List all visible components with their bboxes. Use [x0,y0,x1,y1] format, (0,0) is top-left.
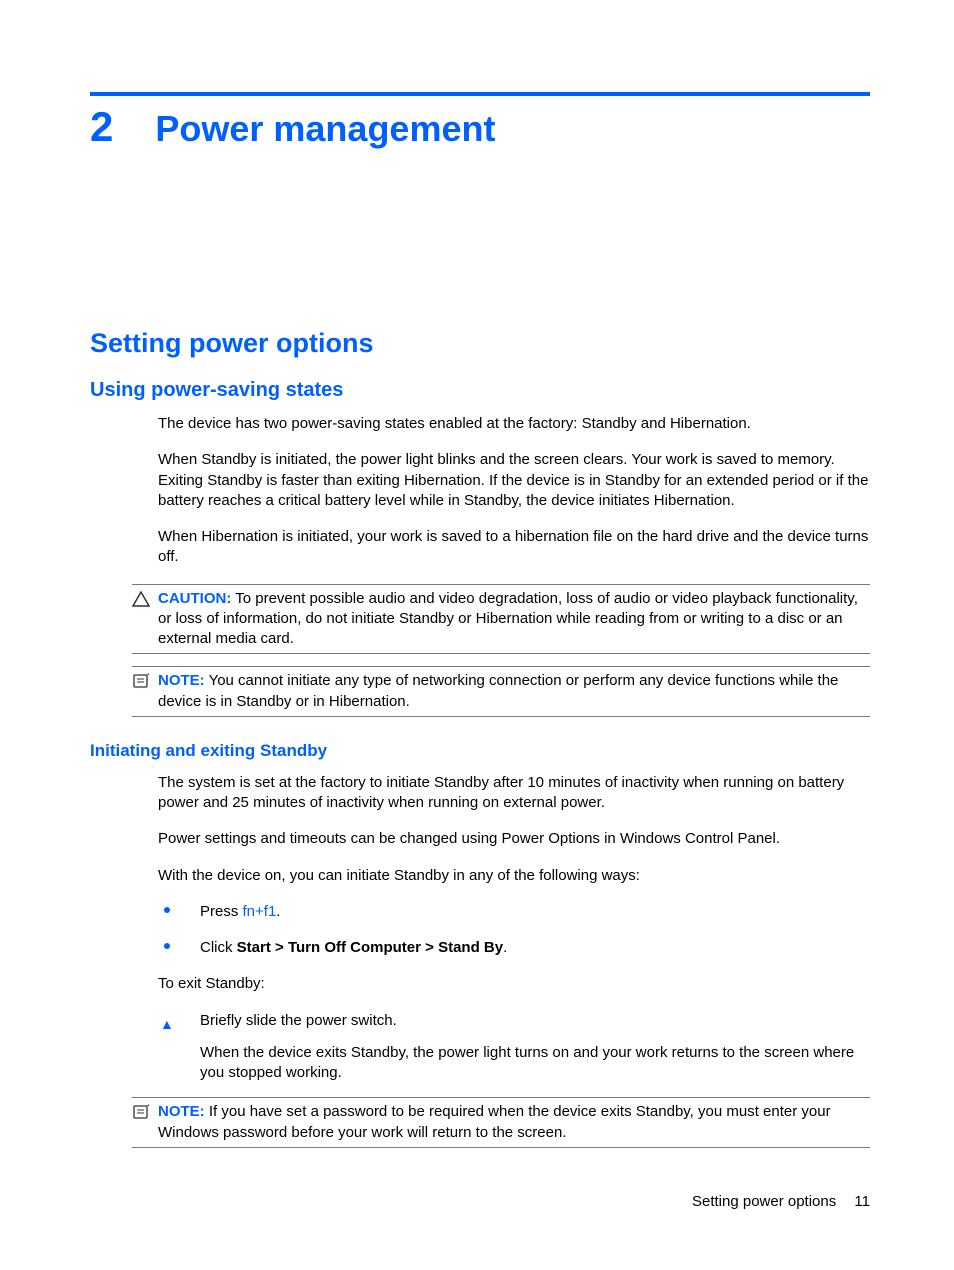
note-icon [132,1104,150,1120]
step-marker-icon: ▲ [160,1015,174,1034]
body-block: The system is set at the factory to init… [158,773,870,1084]
list-text-pre: Press [200,903,243,920]
footer-section: Setting power options [692,1193,836,1210]
note-body: You cannot initiate any type of networki… [158,672,838,709]
step-subtext: When the device exits Standby, the power… [200,1043,870,1084]
note-icon [132,673,150,689]
paragraph: The device has two power-saving states e… [158,414,870,434]
bullet-list: Press fn+f1. Click Start > Turn Off Comp… [158,902,870,959]
chapter-rule [90,92,870,96]
note-label: NOTE: [158,672,205,689]
bullet-icon [164,907,170,913]
note-text: NOTE: You cannot initiate any type of ne… [132,671,870,712]
section-heading: Setting power options [90,328,870,359]
list-item: Press fn+f1. [158,902,870,922]
paragraph: With the device on, you can initiate Sta… [158,866,870,886]
list-text-post: . [276,903,280,920]
subsubsection-heading: Initiating and exiting Standby [90,741,870,761]
caution-body: To prevent possible audio and video degr… [158,590,858,648]
body-block: The device has two power-saving states e… [158,414,870,568]
step-list: ▲ Briefly slide the power switch. When t… [158,1011,870,1084]
step-text: Briefly slide the power switch. [200,1012,397,1029]
list-item: ▲ Briefly slide the power switch. When t… [158,1011,870,1084]
list-text-pre: Click [200,939,237,956]
paragraph: To exit Standby: [158,974,870,994]
bullet-icon [164,943,170,949]
subsection-heading: Using power-saving states [90,379,870,402]
chapter-number: 2 [90,106,113,148]
note-admonition: NOTE: You cannot initiate any type of ne… [132,666,870,717]
page-footer: Setting power options 11 [692,1193,870,1210]
page-number: 11 [854,1193,870,1210]
caution-text: CAUTION: To prevent possible audio and v… [132,589,870,650]
note-label: NOTE: [158,1103,205,1120]
paragraph: When Hibernation is initiated, your work… [158,527,870,568]
paragraph: The system is set at the factory to init… [158,773,870,814]
chapter-header: 2 Power management [90,106,870,148]
list-text-post: . [503,939,507,956]
menu-path: Start > Turn Off Computer > Stand By [237,939,503,956]
caution-admonition: CAUTION: To prevent possible audio and v… [132,584,870,655]
chapter-title: Power management [155,111,495,147]
note-body: If you have set a password to be require… [158,1103,831,1140]
page: 2 Power management Setting power options… [0,0,954,1270]
caution-label: CAUTION: [158,590,231,607]
list-item: Click Start > Turn Off Computer > Stand … [158,938,870,958]
caution-icon [132,591,150,607]
paragraph: When Standby is initiated, the power lig… [158,450,870,511]
paragraph: Power settings and timeouts can be chang… [158,829,870,849]
note-admonition: NOTE: If you have set a password to be r… [132,1097,870,1148]
note-text: NOTE: If you have set a password to be r… [132,1102,870,1143]
key-shortcut-link[interactable]: fn+f1 [243,903,277,920]
